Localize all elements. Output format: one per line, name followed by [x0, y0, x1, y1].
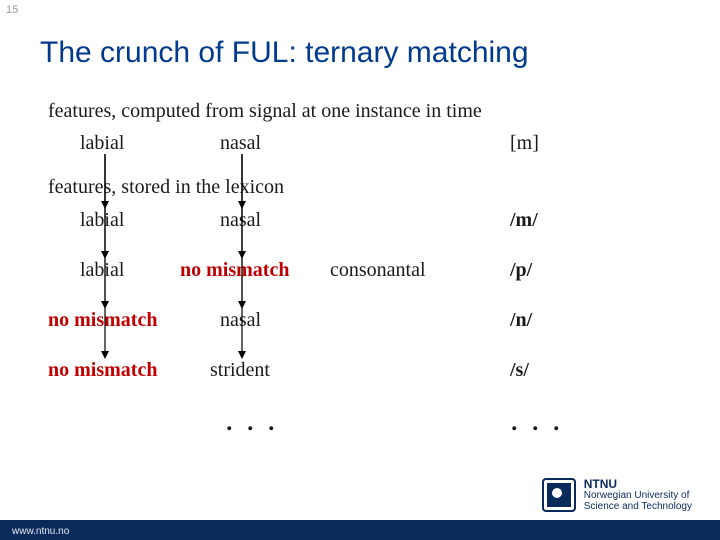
lex-n-segment: /n/ — [510, 309, 532, 332]
lex-p-consonantal: consonantal — [330, 259, 426, 282]
footer-bar: www.ntnu.no — [0, 520, 720, 540]
ntnu-logo-icon — [542, 478, 576, 512]
arrow-icon — [237, 154, 247, 359]
logo-line2: Norwegian University of — [584, 490, 692, 501]
slide-title: The crunch of FUL: ternary matching — [40, 36, 700, 70]
lex-s-feature2: strident — [210, 359, 270, 382]
signal-feature-labial: labial — [80, 132, 124, 155]
footer-url: www.ntnu.no — [12, 526, 69, 537]
text-features-lexicon: features, stored in the lexicon — [48, 176, 284, 199]
signal-output-m: [m] — [510, 132, 539, 155]
lex-m-segment: /m/ — [510, 209, 538, 232]
arrow-icon — [100, 154, 110, 359]
ntnu-logo: NTNU Norwegian University of Science and… — [542, 478, 692, 512]
logo-line3: Science and Technology — [584, 501, 692, 512]
text-features-signal: features, computed from signal at one in… — [48, 100, 482, 123]
ntnu-logo-text: NTNU Norwegian University of Science and… — [584, 479, 692, 512]
lex-s-segment: /s/ — [510, 359, 529, 382]
lex-p-segment: /p/ — [510, 259, 532, 282]
page-number: 15 — [6, 4, 18, 16]
lex-p-no-mismatch: no mismatch — [180, 259, 289, 282]
lex-s-no-mismatch: no mismatch — [48, 359, 157, 382]
logo-acronym: NTNU — [584, 479, 692, 490]
signal-feature-nasal: nasal — [220, 132, 261, 155]
